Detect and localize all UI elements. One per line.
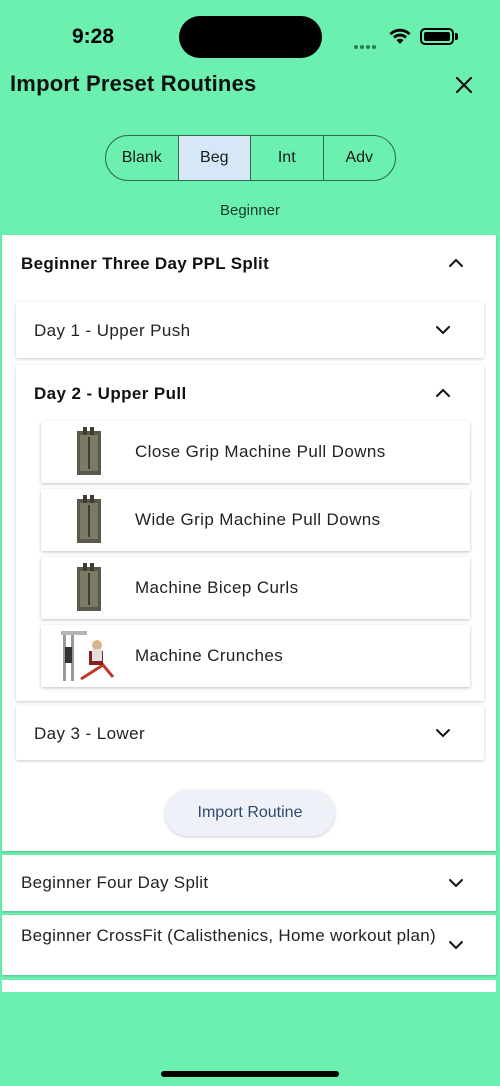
segment-intermediate[interactable]: Int	[251, 136, 324, 180]
exercise-item[interactable]: Close Grip Machine Pull Downs	[41, 421, 470, 483]
dynamic-island	[179, 16, 322, 58]
routine-title: Beginner Three Day PPL Split	[21, 254, 270, 273]
day-title: Day 1 - Upper Push	[34, 321, 191, 340]
routine-title: Beginner Four Day Split	[21, 873, 209, 892]
cellular-signal-icon	[354, 36, 382, 49]
close-icon	[455, 76, 473, 94]
page-title: Import Preset Routines	[10, 71, 257, 96]
routine-card-partial	[2, 980, 496, 992]
chevron-down-icon[interactable]	[446, 873, 466, 893]
battery-icon	[420, 28, 454, 45]
exercise-name: Wide Grip Machine Pull Downs	[135, 510, 381, 529]
cable-machine-image	[77, 427, 101, 475]
chevron-down-icon[interactable]	[433, 723, 453, 743]
day-title[interactable]: Day 2 - Upper Pull	[34, 384, 187, 404]
routine-header[interactable]: Beginner Three Day PPL Split	[21, 235, 496, 293]
selected-level-label: Beginner	[219, 202, 281, 219]
day-title: Day 3 - Lower	[34, 724, 146, 743]
exercise-item[interactable]: Machine Crunches	[41, 625, 470, 687]
segment-blank[interactable]: Blank	[106, 136, 179, 180]
day-card-1[interactable]: Day 1 - Upper Push	[16, 302, 484, 358]
level-segmented-control: Blank Beg Int Adv	[105, 135, 396, 181]
exercise-item[interactable]: Machine Bicep Curls	[41, 557, 470, 619]
routine-title: Beginner CrossFit (Calisthenics, Home wo…	[21, 926, 436, 945]
routine-header: Beginner CrossFit (Calisthenics, Home wo…	[21, 925, 436, 946]
segment-beginner[interactable]: Beg	[178, 136, 251, 180]
cable-machine-image	[77, 563, 101, 611]
status-time: 9:28	[72, 25, 115, 48]
import-routine-button[interactable]: Import Routine	[165, 790, 335, 836]
status-bar: 9:28	[0, 0, 500, 72]
routine-header: Beginner Four Day Split	[21, 855, 496, 911]
chevron-down-icon[interactable]	[446, 935, 466, 955]
battery-tip	[455, 33, 458, 40]
crunch-machine-image	[61, 631, 115, 681]
exercise-name: Close Grip Machine Pull Downs	[135, 442, 386, 461]
exercise-name: Machine Crunches	[135, 646, 284, 665]
day-card-3[interactable]: Day 3 - Lower	[16, 706, 484, 760]
close-button[interactable]	[450, 71, 478, 99]
wifi-icon	[389, 28, 411, 44]
chevron-down-icon[interactable]	[433, 320, 453, 340]
chevron-up-icon[interactable]	[433, 383, 453, 403]
cable-machine-image	[77, 495, 101, 543]
routine-card-four-day[interactable]: Beginner Four Day Split	[2, 855, 496, 911]
chevron-up-icon[interactable]	[446, 253, 466, 273]
home-indicator	[161, 1071, 339, 1077]
exercise-item[interactable]: Wide Grip Machine Pull Downs	[41, 489, 470, 551]
exercise-name: Machine Bicep Curls	[135, 578, 299, 597]
segment-advanced[interactable]: Adv	[324, 136, 396, 180]
routine-card-crossfit[interactable]: Beginner CrossFit (Calisthenics, Home wo…	[2, 915, 496, 975]
